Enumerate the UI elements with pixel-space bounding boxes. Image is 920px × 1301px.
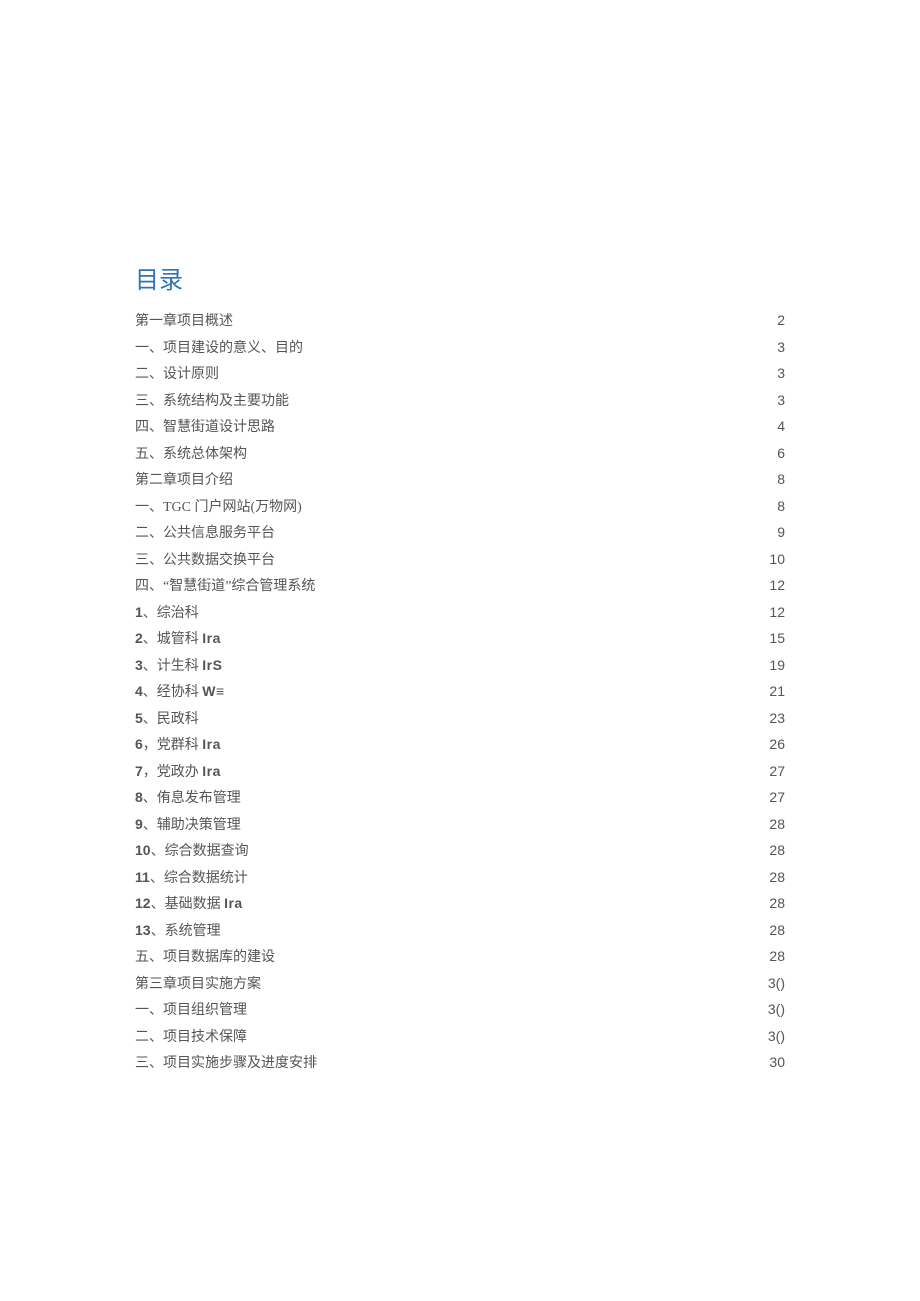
toc-list: 第一章项目概述 2 一、项目建设的意义、目的 3 二、设计原则 3 三、系统结构及主要功能 3… — [135, 313, 785, 1071]
toc-entry: 一、TGC 门户网站(万物网) 8 — [135, 499, 785, 515]
toc-entry-page: 15 — [769, 631, 785, 645]
toc-entry: 7，党政办 Ira 27 — [135, 764, 785, 780]
toc-entry: 13、系统管理 28 — [135, 923, 785, 939]
toc-entry-page: 23 — [769, 711, 785, 725]
toc-entry-label: 三、系统结构及主要功能 — [135, 395, 289, 409]
toc-entry-page: 21 — [769, 684, 785, 698]
toc-entry-label: 三、公共数据交换平台 — [135, 554, 275, 568]
toc-entry-label: 13、系统管理 — [135, 923, 221, 939]
toc-entry-page: 19 — [769, 658, 785, 672]
toc-title: 目录 — [135, 260, 785, 295]
toc-entry-page: 3 — [777, 366, 785, 380]
toc-entry-page: 6 — [777, 446, 785, 460]
toc-entry: 9、辅助决策管理 28 — [135, 817, 785, 833]
toc-entry: 一、项目建设的意义、目的 3 — [135, 340, 785, 356]
toc-entry-label: 二、公共信息服务平台 — [135, 527, 275, 541]
toc-entry-label: 五、系统总体架构 — [135, 448, 247, 462]
toc-entry-page: 2 — [777, 313, 785, 327]
toc-entry-label: 一、项目组织管理 — [135, 1004, 247, 1018]
toc-entry: 11、综合数据统计 28 — [135, 870, 785, 886]
toc-entry: 5、民政科 23 — [135, 711, 785, 727]
toc-entry-label: 9、辅助决策管理 — [135, 817, 241, 833]
toc-entry: 三、公共数据交换平台 10 — [135, 552, 785, 568]
toc-entry: 五、项目数据库的建设 28 — [135, 949, 785, 965]
toc-entry-page: 28 — [769, 949, 785, 963]
toc-entry: 四、“智慧街道”综合管理系统 12 — [135, 578, 785, 594]
toc-entry-label: 一、TGC 门户网站(万物网) — [135, 501, 302, 515]
toc-entry-page: 12 — [769, 578, 785, 592]
toc-entry-page: 3() — [768, 1029, 785, 1043]
toc-entry: 五、系统总体架构 6 — [135, 446, 785, 462]
toc-entry: 2、城管科 Ira 15 — [135, 631, 785, 647]
toc-entry-label: 二、项目技术保障 — [135, 1031, 247, 1045]
toc-entry-page: 8 — [777, 499, 785, 513]
toc-entry: 第三章项目实施方案 3() — [135, 976, 785, 992]
toc-entry-page: 3 — [777, 340, 785, 354]
toc-entry-label: 4、经协科 W≡ — [135, 684, 225, 700]
toc-entry: 4、经协科 W≡ 21 — [135, 684, 785, 700]
toc-entry: 第一章项目概述 2 — [135, 313, 785, 329]
toc-entry-label: 7，党政办 Ira — [135, 764, 221, 780]
toc-entry-page: 30 — [769, 1055, 785, 1069]
toc-entry: 二、公共信息服务平台 9 — [135, 525, 785, 541]
toc-entry-page: 27 — [769, 764, 785, 778]
toc-entry-label: 第二章项目介绍 — [135, 474, 233, 488]
toc-entry-label: 四、智慧街道设计思路 — [135, 421, 275, 435]
toc-entry-page: 4 — [777, 419, 785, 433]
toc-entry: 二、项目技术保障 3() — [135, 1029, 785, 1045]
toc-entry: 8、侑息发布管理 27 — [135, 790, 785, 806]
toc-entry-page: 12 — [769, 605, 785, 619]
toc-entry: 第二章项目介绍 8 — [135, 472, 785, 488]
toc-entry-label: 三、项目实施步骤及进度安排 — [135, 1057, 317, 1071]
toc-entry-page: 28 — [769, 923, 785, 937]
toc-entry-page: 10 — [769, 552, 785, 566]
toc-entry-page: 8 — [777, 472, 785, 486]
toc-entry-page: 27 — [769, 790, 785, 804]
toc-entry-page: 26 — [769, 737, 785, 751]
toc-entry: 3、计生科 IrS 19 — [135, 658, 785, 674]
toc-entry-page: 28 — [769, 817, 785, 831]
toc-entry: 10、综合数据查询 28 — [135, 843, 785, 859]
toc-entry: 1、综治科 12 — [135, 605, 785, 621]
toc-entry-page: 28 — [769, 896, 785, 910]
toc-entry-label: 12、基础数据 Ira — [135, 896, 243, 912]
toc-entry: 6，党群科 Ira 26 — [135, 737, 785, 753]
toc-entry-page: 3 — [777, 393, 785, 407]
toc-entry-page: 3() — [768, 1002, 785, 1016]
toc-entry: 三、系统结构及主要功能 3 — [135, 393, 785, 409]
toc-entry-page: 3() — [768, 976, 785, 990]
toc-entry-label: 第三章项目实施方案 — [135, 978, 261, 992]
toc-entry-label: 10、综合数据查询 — [135, 843, 249, 859]
toc-entry-label: 四、“智慧街道”综合管理系统 — [135, 580, 315, 594]
document-page: 目录 第一章项目概述2一、项目建设的意义、目的3二、设计原则3三、系统结构及主要… — [0, 0, 920, 1301]
toc-entry-label: 五、项目数据库的建设 — [135, 951, 275, 965]
toc-entry-page: 28 — [769, 843, 785, 857]
toc-entry-label: 2、城管科 Ira — [135, 631, 221, 647]
toc-entry-label: 5、民政科 — [135, 711, 199, 727]
toc-entry-page: 28 — [769, 870, 785, 884]
toc-entry-label: 3、计生科 IrS — [135, 658, 222, 674]
toc-entry: 12、基础数据 Ira 28 — [135, 896, 785, 912]
toc-entry: 四、智慧街道设计思路 4 — [135, 419, 785, 435]
toc-entry-label: 1、综治科 — [135, 605, 199, 621]
toc-entry-page: 9 — [777, 525, 785, 539]
toc-entry-label: 一、项目建设的意义、目的 — [135, 342, 303, 356]
toc-entry-label: 二、设计原则 — [135, 368, 219, 382]
toc-entry-label: 第一章项目概述 — [135, 315, 233, 329]
toc-entry-label: 8、侑息发布管理 — [135, 790, 241, 806]
toc-entry-label: 6，党群科 Ira — [135, 737, 221, 753]
toc-entry-label: 11、综合数据统计 — [135, 870, 248, 886]
toc-entry: 一、项目组织管理 3() — [135, 1002, 785, 1018]
toc-entry: 三、项目实施步骤及进度安排 30 — [135, 1055, 785, 1071]
toc-entry: 二、设计原则 3 — [135, 366, 785, 382]
